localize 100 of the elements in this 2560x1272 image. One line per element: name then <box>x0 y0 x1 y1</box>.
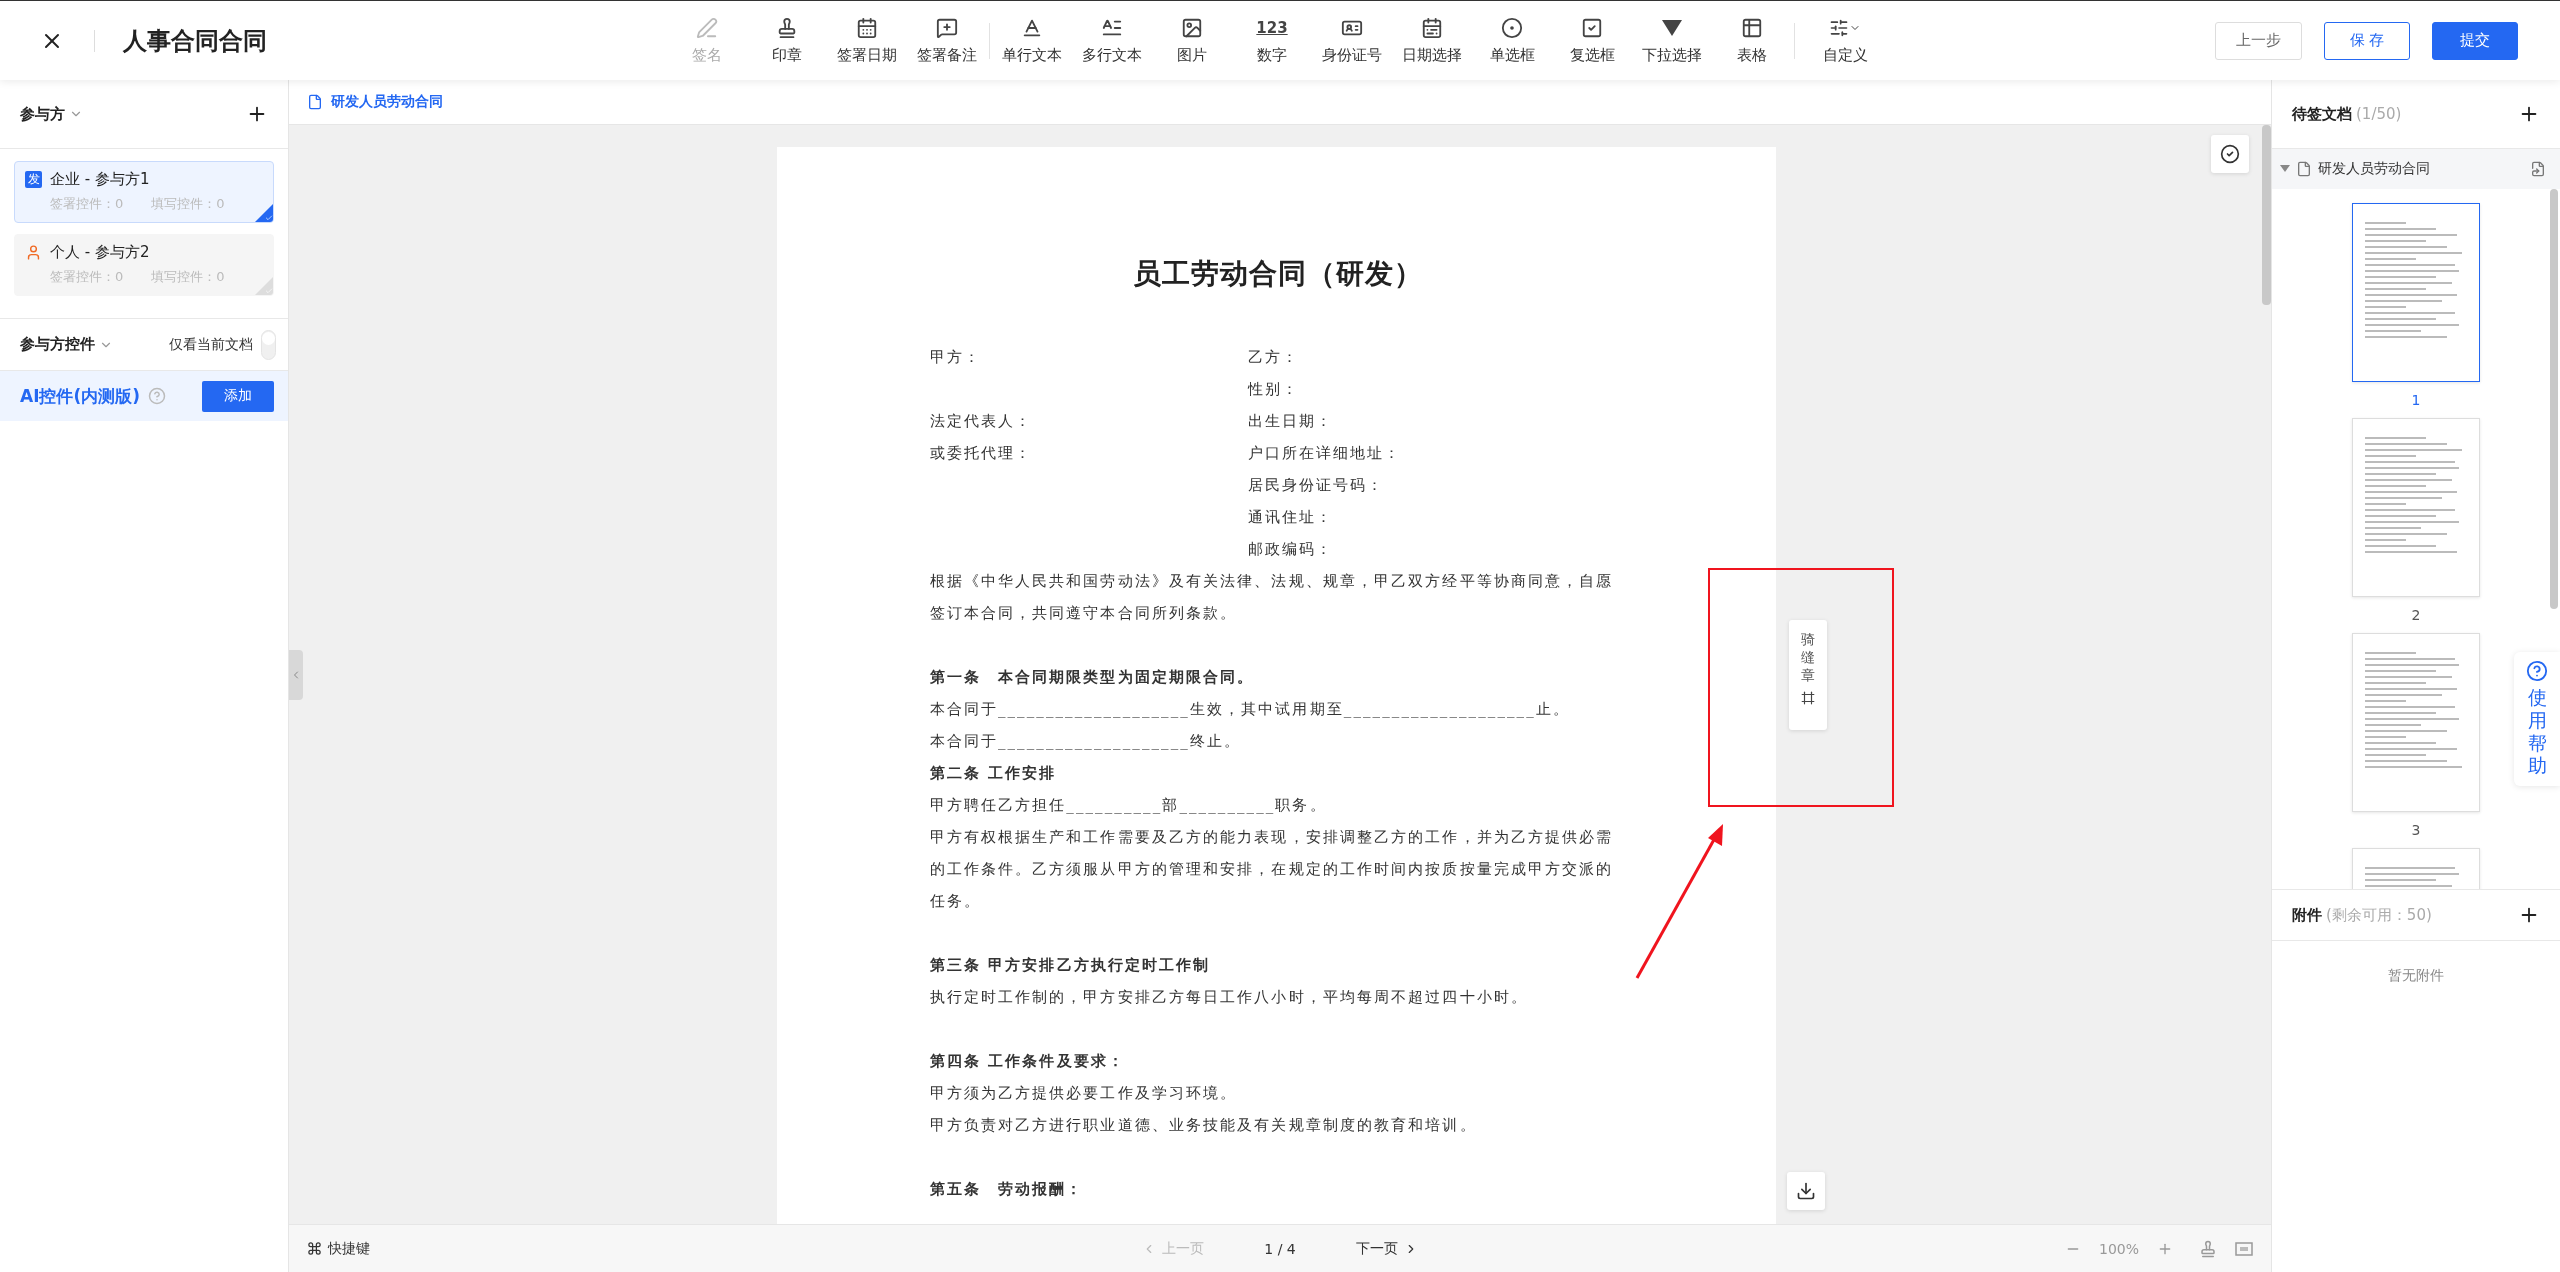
party-field-label: 或委托代理： <box>929 443 1034 464</box>
document-title: 员工劳动合同（研发） <box>1131 256 1424 292</box>
paragraph: 甲方须为乙方提供必要工作及学习环境。 <box>929 1083 1239 1104</box>
toggle-switch[interactable] <box>261 329 276 360</box>
section-title[interactable]: 参与方控件 <box>20 335 113 354</box>
file-arrow-icon[interactable] <box>2530 161 2546 177</box>
paragraph: 执行定时工作制的，甲方安排乙方每日工作八小时，平均每周不超过四十小时。 <box>929 987 1529 1008</box>
check-icon <box>265 287 273 295</box>
paragraph: 本合同于____________________生效，其中试用期至____________________止。 <box>929 699 1571 720</box>
section-title: 待签文档 <box>2292 104 2352 124</box>
participant-card[interactable]: 发 企业 - 参与方1 签署控件：0 填写控件：0 <box>14 161 274 223</box>
file-icon <box>2296 161 2312 177</box>
tool-icon <box>696 17 718 39</box>
toolbar-tool[interactable]: 签署备注 <box>907 16 987 65</box>
check-button[interactable] <box>2211 135 2249 173</box>
paragraph: 甲方负责对乙方进行职业道德、业务技能及有关规章制度的教育和培训。 <box>929 1115 1478 1136</box>
toolbar-tool[interactable]: 下拉选择 <box>1632 16 1712 65</box>
tool-icon <box>1741 17 1763 39</box>
empty-message: 暂无附件 <box>2387 966 2445 985</box>
page-thumbnail[interactable] <box>2352 203 2480 382</box>
sign-count: 签署控件：0 <box>50 195 124 213</box>
sender-badge: 发 <box>25 171 42 188</box>
toolbar-tool[interactable]: 复选框 <box>1552 16 1632 65</box>
check-icon <box>265 214 273 222</box>
tool-icon <box>776 17 798 39</box>
toolbar-tool[interactable]: 日期选择 <box>1392 16 1472 65</box>
next-page-button[interactable]: 下一页 <box>1355 1239 1418 1258</box>
tool-icon <box>1181 17 1203 39</box>
clause-heading: 第三条 甲方安排乙方执行定时工作制 <box>929 955 1212 976</box>
toggle-label: 仅看当前文档 <box>169 335 253 354</box>
zoom-level: 100% <box>2098 1240 2139 1257</box>
stamp-icon[interactable] <box>2199 1239 2217 1258</box>
party-field-label: 通讯住址： <box>1247 507 1334 528</box>
check-circle-icon <box>2220 144 2240 164</box>
tool-icon <box>936 17 958 39</box>
document-count: (1/50) <box>2356 105 2402 123</box>
party-field-label: 法定代表人： <box>929 411 1034 432</box>
action-button[interactable]: 保 存 <box>2324 21 2410 60</box>
toolbar-tool[interactable]: 签署日期 <box>827 16 907 65</box>
clause-heading: 第四条 工作条件及要求： <box>929 1051 1126 1072</box>
custom-tool[interactable]: 自定义 <box>1797 16 1893 65</box>
number-icon: 123 <box>1256 16 1288 40</box>
toolbar-tool[interactable]: 表格 <box>1712 16 1792 65</box>
page-indicator: 1 / 4 <box>1264 1240 1296 1257</box>
party-field-label: 乙方： <box>1247 347 1300 368</box>
download-button[interactable] <box>1787 1172 1825 1210</box>
attachment-remaining: (剩余可用：50) <box>2326 905 2432 925</box>
page-number: 2 <box>2411 607 2421 623</box>
help-icon <box>2526 660 2548 682</box>
party-field-label: 出生日期： <box>1247 411 1334 432</box>
person-icon <box>25 244 42 261</box>
action-button[interactable]: 上一步 <box>2215 21 2302 60</box>
file-icon <box>307 94 323 110</box>
command-icon <box>307 1241 322 1256</box>
paragraph: 根据《中华人民共和国劳动法》及有关法律、法规、规章，甲乙双方经平等协商同意，自愿签订本合同，共同遵守本合同所列条款。 <box>929 571 1615 624</box>
tool-icon <box>1421 17 1443 39</box>
clause-heading: 第一条 本合同期限类型为固定期限合同。 <box>929 667 1256 688</box>
scrollbar[interactable] <box>2550 189 2558 609</box>
page-number: 3 <box>2411 822 2421 838</box>
tool-icon <box>1501 17 1523 39</box>
help-icon[interactable] <box>148 387 167 405</box>
page-number: 1 <box>2411 392 2421 408</box>
tool-icon <box>856 17 878 39</box>
help-button[interactable]: 使用帮助 <box>2514 652 2560 786</box>
party-field-label: 甲方： <box>929 347 982 368</box>
toolbar-tool[interactable]: 多行文本 <box>1072 16 1152 65</box>
seam-seal-tab[interactable]: 骑缝章 <box>1788 620 1827 730</box>
action-button[interactable]: 提交 <box>2432 21 2518 60</box>
toolbar-tool[interactable]: 123 数字 <box>1232 16 1312 65</box>
collapse-handle[interactable] <box>289 650 303 700</box>
window-title: 人事合同合同 <box>123 25 267 57</box>
paragraph: 甲方有权根据生产和工作需要及乙方的能力表现，安排调整乙方的工作，并为乙方提供必需的工作条件。乙方须服从甲方的管理和安排，在规定的工作时间内按质按量完成甲方交派的任务。 <box>929 827 1615 912</box>
section-title[interactable]: 参与方 <box>20 104 83 124</box>
party-field-label: 居民身份证号码： <box>1247 475 1386 496</box>
sliders-icon <box>1829 18 1849 38</box>
toolbar-tool[interactable]: 印章 <box>747 16 827 65</box>
download-icon <box>1796 1181 1816 1201</box>
fill-count: 填写控件：0 <box>151 195 225 213</box>
ai-controls-title: AI控件(内测版) <box>20 384 141 408</box>
paragraph: 本合同于____________________终止。 <box>929 731 1243 752</box>
toolbar-tool[interactable]: 单行文本 <box>992 16 1072 65</box>
frame-icon[interactable] <box>2235 1241 2253 1256</box>
party-field-label: 邮政编码： <box>1247 539 1334 560</box>
party-field-label: 性别： <box>1247 379 1300 400</box>
caret-icon <box>2280 165 2290 173</box>
shortcuts-button[interactable]: 快捷键 <box>307 1239 1143 1258</box>
dropdown-triangle-icon <box>1661 19 1683 37</box>
participant-name: 企业 - 参与方1 <box>50 170 150 189</box>
clause-heading: 第二条 工作安排 <box>929 763 1058 784</box>
tool-icon <box>1021 17 1043 39</box>
toolbar-tool[interactable]: 身份证号 <box>1312 16 1392 65</box>
paragraph: 甲方聘任乙方担任__________部__________职务。 <box>929 795 1328 816</box>
toolbar-tool[interactable]: 图片 <box>1152 16 1232 65</box>
party-field-label: 户口所在详细地址： <box>1247 443 1403 464</box>
section-title: 附件 <box>2292 905 2322 925</box>
document-tab[interactable]: 研发人员劳动合同 <box>307 93 443 111</box>
tool-icon <box>1581 17 1603 39</box>
add-button[interactable]: 添加 <box>202 380 274 412</box>
toolbar-tool[interactable]: 单选框 <box>1472 16 1552 65</box>
scrollbar[interactable] <box>2262 125 2271 305</box>
